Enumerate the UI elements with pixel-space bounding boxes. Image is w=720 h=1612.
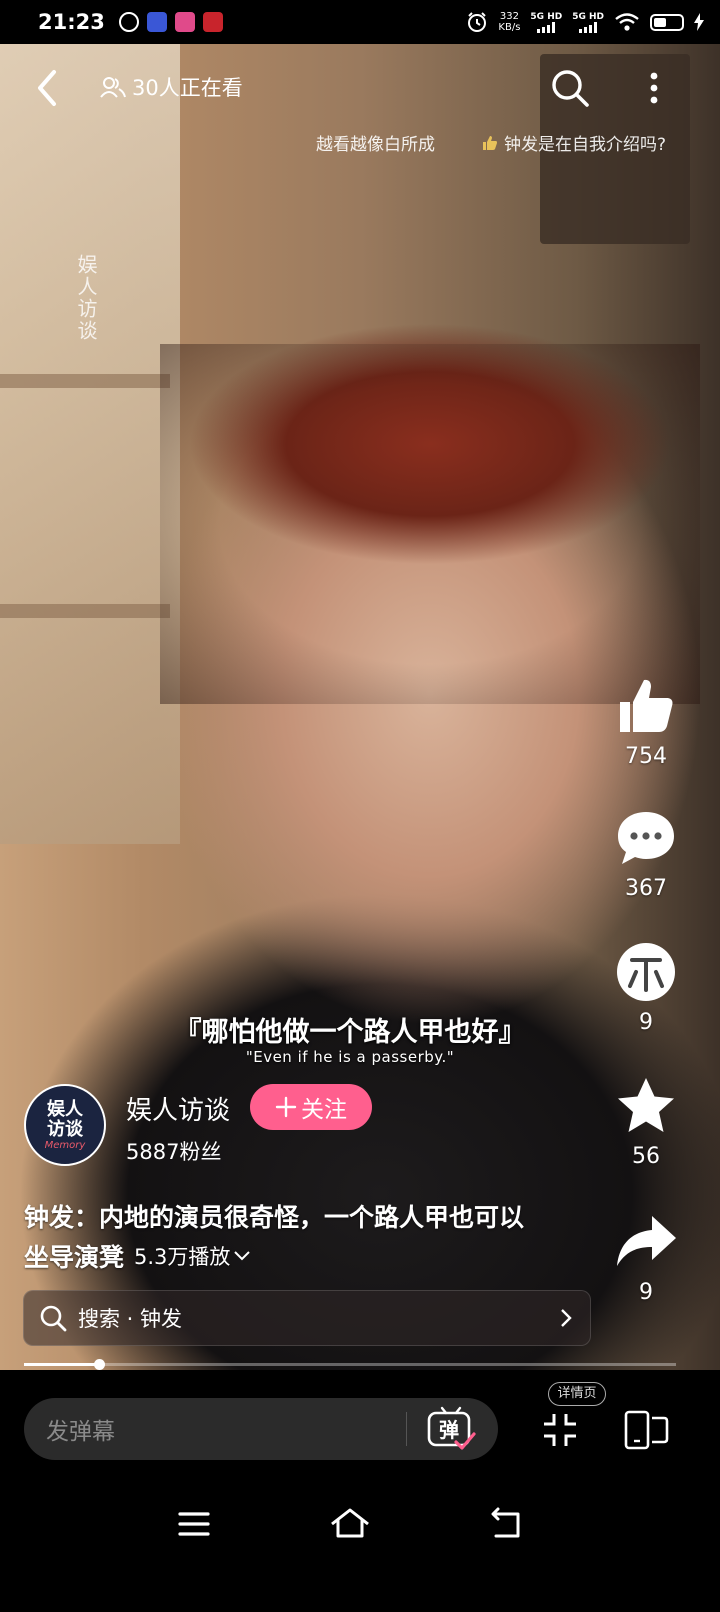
video-title[interactable]: 钟发：内地的演员很奇怪，一个路人甲也可以 bbox=[24, 1198, 524, 1234]
video-app-icon bbox=[174, 12, 195, 32]
net-speed: 332 KB/s bbox=[498, 11, 521, 33]
plus-icon bbox=[275, 1096, 297, 1118]
signal-bars-icon bbox=[537, 21, 556, 33]
home-icon[interactable] bbox=[328, 1502, 372, 1546]
alarm-icon bbox=[468, 12, 487, 32]
top-bar: 30人正在看 bbox=[0, 60, 720, 116]
related-search-bar[interactable]: 搜索 · 钟发 bbox=[23, 1290, 591, 1346]
signal-1: 5G HD bbox=[530, 12, 562, 33]
follow-label: 关注 bbox=[301, 1097, 347, 1123]
author-name[interactable]: 娱人访谈 bbox=[126, 1090, 230, 1127]
bottom-bar: 发弹幕 弹 详情页 bbox=[0, 1370, 720, 1490]
battery-icon bbox=[650, 13, 684, 31]
like-count: 754 bbox=[625, 744, 667, 769]
video-subject bbox=[160, 344, 700, 704]
back-icon[interactable] bbox=[30, 66, 66, 110]
background-wall-poster bbox=[0, 44, 180, 844]
comment-button[interactable]: 367 bbox=[606, 806, 686, 901]
author-avatar[interactable]: 娱人 访谈 Memory bbox=[24, 1084, 106, 1166]
system-nav-bar bbox=[0, 1490, 720, 1612]
chevron-down-icon[interactable] bbox=[232, 1249, 252, 1263]
subtitle-chinese: 『哪怕他做一个路人甲也好』 bbox=[174, 1017, 526, 1048]
back-nav-icon[interactable] bbox=[484, 1502, 528, 1546]
search-icon bbox=[40, 1305, 67, 1332]
background-shelf bbox=[0, 604, 170, 618]
drama-app-icon bbox=[202, 12, 223, 32]
fans-count: 5887粉丝 bbox=[126, 1140, 222, 1164]
danmaku-toggle-icon: 弹 bbox=[427, 1406, 476, 1450]
signal-2: 5G HD bbox=[572, 12, 604, 33]
status-indicators: 332 KB/s 5G HD 5G HD bbox=[466, 11, 704, 33]
video-title-line2[interactable]: 坐导演凳 5.3万播放 bbox=[24, 1238, 252, 1274]
status-bar: 21:23 332 KB/s 5G HD 5G HD bbox=[0, 0, 720, 44]
viewers-icon bbox=[100, 77, 126, 98]
like-button[interactable]: 754 bbox=[606, 674, 686, 769]
danmaku-placeholder: 发弹幕 bbox=[46, 1419, 115, 1445]
channel-watermark: 娱人访谈 bbox=[74, 254, 98, 342]
follow-button[interactable]: 关注 bbox=[250, 1084, 372, 1130]
tv-app-icon bbox=[118, 12, 139, 32]
chevron-right-icon bbox=[561, 1309, 572, 1327]
progress-bar[interactable] bbox=[24, 1359, 676, 1370]
notification-icons bbox=[118, 12, 223, 32]
comment-icon bbox=[618, 812, 674, 864]
divider bbox=[406, 1412, 407, 1446]
favorite-button[interactable]: 56 bbox=[606, 1074, 686, 1169]
thumbs-up-icon bbox=[620, 679, 673, 732]
share-icon bbox=[617, 1216, 676, 1266]
charging-icon bbox=[694, 13, 704, 31]
news-app-icon bbox=[146, 12, 167, 32]
thumb-icon bbox=[483, 135, 497, 150]
background-shelf bbox=[0, 374, 170, 388]
exit-fullscreen-icon[interactable] bbox=[540, 1410, 580, 1450]
star-icon bbox=[618, 1078, 674, 1132]
share-button[interactable]: 9 bbox=[606, 1210, 686, 1305]
danmaku-input[interactable]: 发弹幕 弹 bbox=[24, 1398, 498, 1460]
coin-icon bbox=[617, 943, 675, 1001]
comment-count: 367 bbox=[625, 876, 667, 901]
svg-text:弹: 弹 bbox=[439, 1418, 459, 1442]
search-icon[interactable] bbox=[548, 66, 592, 110]
more-icon[interactable] bbox=[636, 66, 672, 110]
play-count: 5.3万播放 bbox=[134, 1245, 231, 1269]
viewer-count-text: 30人正在看 bbox=[132, 76, 243, 100]
progress-fill bbox=[24, 1363, 99, 1366]
menu-icon[interactable] bbox=[172, 1502, 216, 1546]
screen-mode-icon[interactable] bbox=[622, 1408, 670, 1452]
viewer-count: 30人正在看 bbox=[100, 72, 243, 102]
status-time: 21:23 bbox=[38, 10, 105, 34]
detail-page-label[interactable]: 详情页 bbox=[548, 1382, 606, 1406]
signal-bars-icon bbox=[579, 21, 598, 33]
progress-handle[interactable] bbox=[94, 1359, 105, 1370]
related-search-hint[interactable]: 钟发是在自我介绍吗? bbox=[482, 130, 666, 155]
favorite-count: 56 bbox=[632, 1144, 660, 1169]
related-search-text: 搜索 · 钟发 bbox=[78, 1307, 183, 1331]
danmaku-toggle-button[interactable]: 弹 bbox=[426, 1406, 476, 1452]
share-count: 9 bbox=[639, 1280, 653, 1305]
subtitle-english: "Even if he is a passerby." bbox=[245, 1048, 455, 1066]
related-search-hint[interactable]: 越看越像白所成 bbox=[316, 130, 435, 155]
wifi-icon bbox=[615, 13, 639, 31]
